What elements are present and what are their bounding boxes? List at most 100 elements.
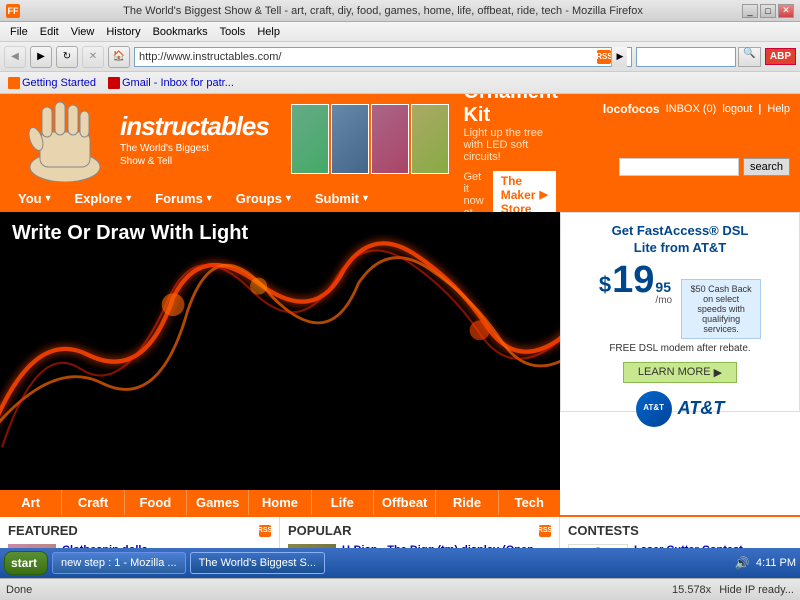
search-area: search bbox=[619, 158, 790, 176]
inbox-link[interactable]: INBOX (0) bbox=[666, 103, 717, 115]
ad-subtitle: Light up the tree with LED soft circuits… bbox=[463, 127, 557, 163]
main-column: Write Or Draw With Light Art Craft Food … bbox=[0, 212, 560, 515]
back-button[interactable]: ◀ bbox=[4, 46, 26, 68]
contests-title: CONTESTS bbox=[568, 523, 792, 538]
att-learn-more-button[interactable]: LEARN MORE ▶ bbox=[623, 362, 737, 383]
menu-file[interactable]: File bbox=[4, 24, 34, 40]
att-logo-text: AT&T bbox=[678, 398, 725, 419]
popular-rss-icon[interactable]: RSS bbox=[539, 525, 551, 537]
browser-titlebar: FF The World's Biggest Show & Tell - art… bbox=[0, 0, 800, 22]
taskbar-clock: 4:11 PM bbox=[756, 557, 796, 569]
browser-icon: FF bbox=[6, 4, 20, 18]
status-bar: Done 15.578x Hide IP ready... bbox=[0, 578, 800, 600]
cat-ride[interactable]: Ride bbox=[436, 490, 498, 515]
maximize-button[interactable]: □ bbox=[760, 4, 776, 18]
featured-header: FEATURED RSS bbox=[8, 523, 271, 538]
featured-rss-icon[interactable]: RSS bbox=[259, 525, 271, 537]
address-text: http://www.instructables.com/ bbox=[139, 51, 597, 63]
logout-link[interactable]: logout bbox=[722, 103, 752, 115]
browser-title: The World's Biggest Show & Tell - art, c… bbox=[24, 5, 742, 17]
popular-title: POPULAR bbox=[288, 523, 352, 538]
search-bar: 🔍 bbox=[636, 47, 760, 67]
menu-tools[interactable]: Tools bbox=[214, 24, 252, 40]
taskbar-window-1[interactable]: new step : 1 - Mozilla ... bbox=[52, 552, 186, 574]
taskbar: start new step : 1 - Mozilla ... The Wor… bbox=[0, 548, 800, 578]
header-img-2 bbox=[331, 104, 369, 174]
bookmark-gmail[interactable]: Gmail - Inbox for patr... bbox=[104, 75, 238, 91]
cat-tech[interactable]: Tech bbox=[499, 490, 560, 515]
nav-submit[interactable]: Submit ▼ bbox=[305, 187, 380, 210]
nav-forums-arrow: ▼ bbox=[205, 193, 214, 203]
menu-history[interactable]: History bbox=[100, 24, 146, 40]
att-cents: 95 bbox=[655, 279, 672, 295]
cat-home[interactable]: Home bbox=[249, 490, 311, 515]
hand-logo bbox=[10, 94, 120, 184]
gmail-favicon bbox=[108, 77, 120, 89]
minimize-button[interactable]: _ bbox=[742, 4, 758, 18]
adblock-button[interactable]: ABP bbox=[765, 48, 796, 65]
menu-edit[interactable]: Edit bbox=[34, 24, 65, 40]
att-free-modem: FREE DSL modem after rebate. bbox=[609, 343, 750, 354]
help-link[interactable]: Help bbox=[767, 103, 790, 115]
cat-games[interactable]: Games bbox=[187, 490, 249, 515]
username: locofocos bbox=[603, 102, 660, 116]
reload-button[interactable]: ↻ bbox=[56, 46, 78, 68]
home-button[interactable]: 🏠 bbox=[108, 46, 130, 68]
nav-submit-arrow: ▼ bbox=[361, 193, 370, 203]
site-search-button[interactable]: search bbox=[743, 158, 790, 176]
menu-bar: File Edit View History Bookmarks Tools H… bbox=[0, 22, 800, 42]
taskbar-window-2[interactable]: The World's Biggest S... bbox=[190, 552, 325, 574]
forward-button[interactable]: ▶ bbox=[30, 46, 52, 68]
start-button[interactable]: start bbox=[4, 551, 48, 575]
search-input[interactable] bbox=[636, 47, 736, 67]
firefox-favicon bbox=[8, 77, 20, 89]
att-cashback: $50 Cash Back on select speeds with qual… bbox=[681, 279, 761, 339]
header-images bbox=[291, 104, 449, 174]
cat-craft[interactable]: Craft bbox=[62, 490, 124, 515]
featured-title: FEATURED bbox=[8, 523, 78, 538]
cat-art[interactable]: Art bbox=[0, 490, 62, 515]
hide-ip-status: Hide IP ready... bbox=[719, 584, 794, 596]
bookmark-getting-started[interactable]: Getting Started bbox=[4, 75, 100, 91]
cat-offbeat[interactable]: Offbeat bbox=[374, 490, 436, 515]
page-content: instructables The World's BiggestShow & … bbox=[0, 94, 800, 570]
att-price-container: $ 19 95 /mo $50 Cash Back on select spee… bbox=[599, 261, 761, 339]
zoom-level: 15.578x bbox=[672, 584, 711, 596]
ad-title: LED Felt Ornament Kit bbox=[463, 94, 557, 127]
go-button[interactable]: ▶ bbox=[611, 47, 627, 67]
ad-text: LED Felt Ornament Kit Light up the tree … bbox=[449, 94, 557, 221]
nav-you-arrow: ▼ bbox=[44, 193, 53, 203]
tray-icon: 🔊 bbox=[735, 556, 750, 570]
nav-explore[interactable]: Explore ▼ bbox=[65, 187, 144, 210]
category-bar: Art Craft Food Games Home Life Offbeat R… bbox=[0, 490, 560, 515]
site-logo[interactable]: instructables bbox=[120, 111, 269, 142]
header-img-3 bbox=[371, 104, 409, 174]
nav-you[interactable]: You ▼ bbox=[8, 187, 63, 210]
nav-groups[interactable]: Groups ▼ bbox=[226, 187, 303, 210]
site-search-input[interactable] bbox=[619, 158, 739, 176]
menu-bookmarks[interactable]: Bookmarks bbox=[147, 24, 214, 40]
menu-view[interactable]: View bbox=[65, 24, 101, 40]
att-logo-area: AT&T AT&T bbox=[636, 391, 725, 427]
right-sidebar: Get FastAccess® DSLLite from AT&T $ 19 9… bbox=[560, 212, 800, 515]
cat-food[interactable]: Food bbox=[125, 490, 187, 515]
bookmarks-bar: Getting Started Gmail - Inbox for patr..… bbox=[0, 72, 800, 94]
site-header: instructables The World's BiggestShow & … bbox=[0, 94, 800, 184]
nav-forums[interactable]: Forums ▼ bbox=[145, 187, 224, 210]
google-search-button[interactable]: 🔍 bbox=[738, 47, 760, 67]
cat-life[interactable]: Life bbox=[312, 490, 374, 515]
att-dollar: $ bbox=[599, 274, 611, 296]
logo-area: instructables The World's BiggestShow & … bbox=[0, 94, 281, 184]
close-button[interactable]: ✕ bbox=[778, 4, 794, 18]
main-layout: Write Or Draw With Light Art Craft Food … bbox=[0, 212, 800, 515]
stop-button[interactable]: ✕ bbox=[82, 46, 104, 68]
header-right: locofocos INBOX (0) logout | Help search bbox=[568, 94, 800, 184]
att-title: Get FastAccess® DSLLite from AT&T bbox=[612, 223, 749, 257]
hero-image: Write Or Draw With Light bbox=[0, 212, 560, 490]
header-img-4 bbox=[411, 104, 449, 174]
site-tagline: The World's BiggestShow & Tell bbox=[120, 142, 269, 168]
address-bar[interactable]: http://www.instructables.com/ RSS ▶ bbox=[134, 47, 632, 67]
menu-help[interactable]: Help bbox=[251, 24, 286, 40]
att-logo-icon: AT&T bbox=[636, 391, 672, 427]
nav-groups-arrow: ▼ bbox=[284, 193, 293, 203]
